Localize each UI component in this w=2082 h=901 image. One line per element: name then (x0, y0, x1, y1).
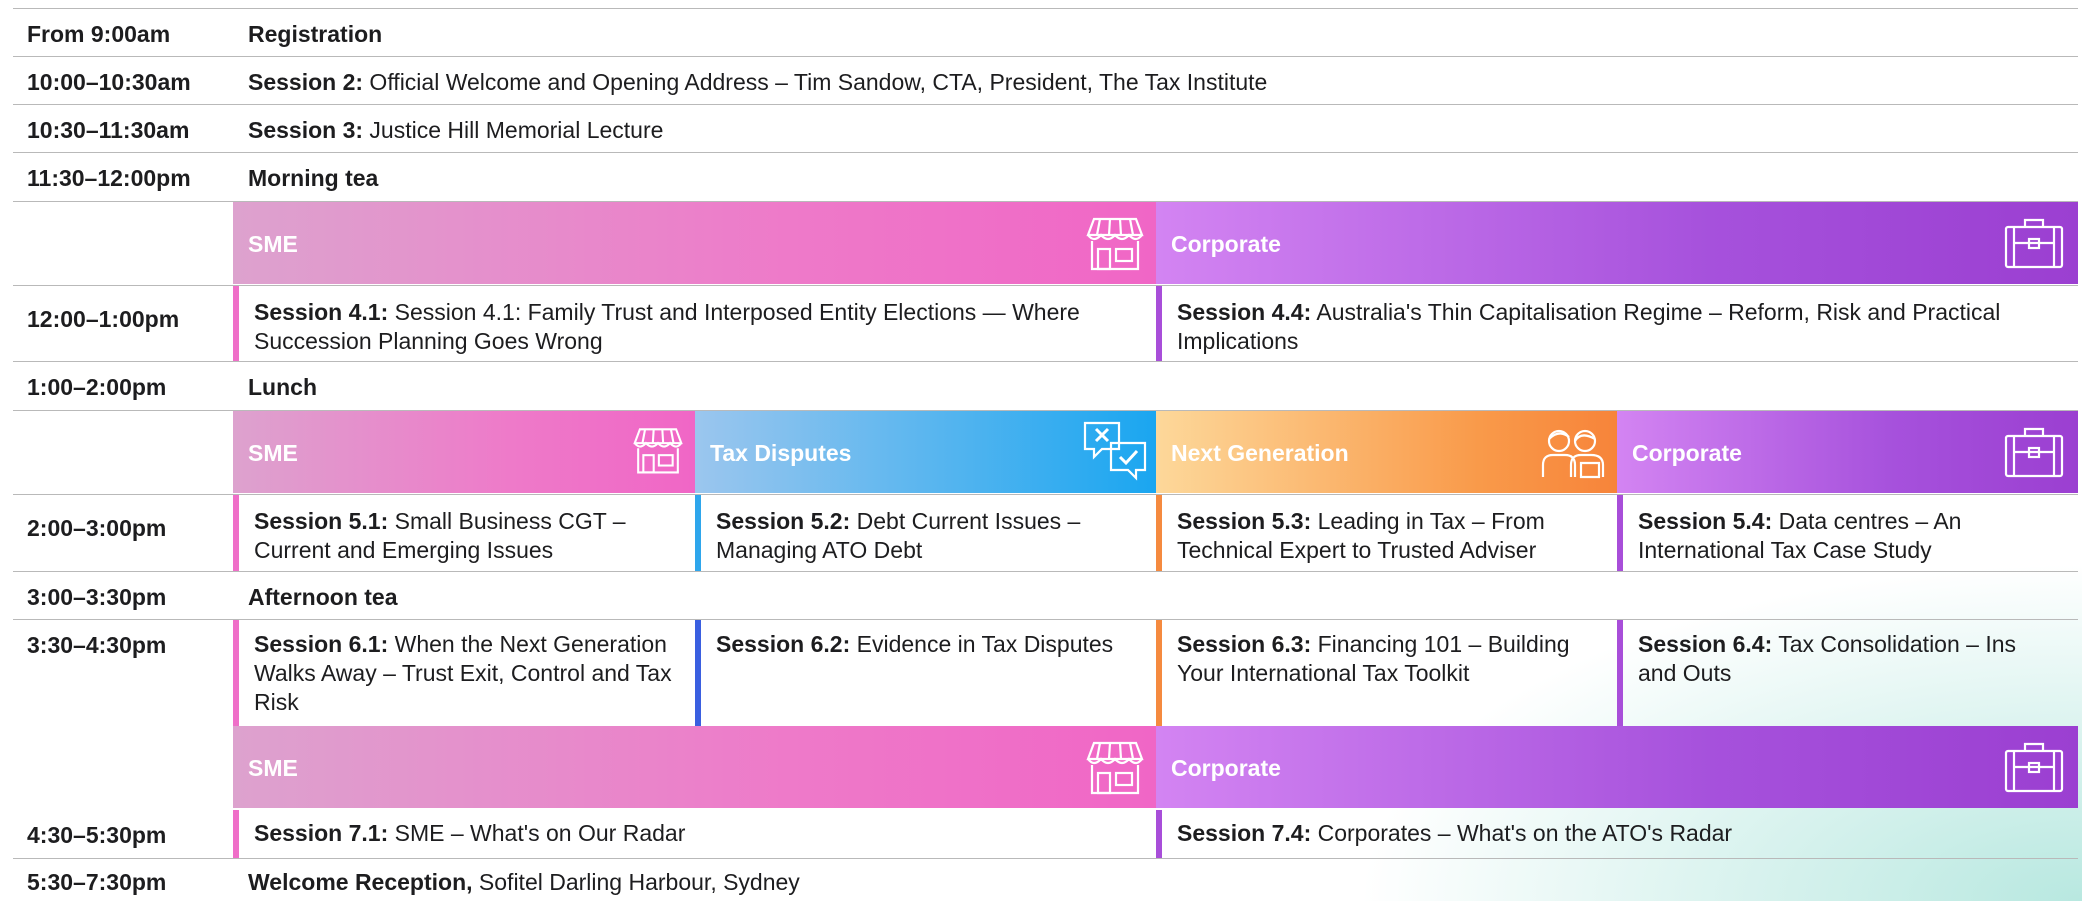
stream-label: SME (248, 440, 298, 466)
shop-icon (1086, 739, 1144, 800)
session-id: Session 6.2: (716, 631, 851, 657)
time-label: 10:30–11:30am (27, 117, 190, 143)
session-id: Session 6.1: (254, 631, 389, 657)
people-icon (1541, 425, 1605, 484)
stream-label: Corporate (1632, 440, 1742, 466)
agenda-row-session-4: 12:00–1:00pm Session 4.1: Session 4.1: F… (13, 285, 2078, 362)
briefcase-icon (2004, 424, 2064, 485)
time-label: From 9:00am (27, 21, 171, 47)
time-label: 2:00–3:00pm (27, 515, 167, 541)
session-id: Session 2: (248, 69, 364, 95)
time-label: 11:30–12:00pm (27, 165, 191, 191)
briefcase-icon (2004, 739, 2064, 800)
session-cell: Session 5.3: Leading in Tax – From Techn… (1156, 495, 1617, 572)
session-cell: Session 5.4: Data centres – An Internati… (1617, 495, 2078, 572)
stream-header-row-4: SME Corporate (13, 201, 2078, 286)
stream-label: Tax Disputes (710, 440, 852, 466)
agenda-row-afternoon-tea: 3:00–3:30pm Afternoon tea (13, 571, 2078, 620)
stream-band-corporate: Corporate (1617, 411, 2078, 493)
session-id: Session 7.1: (254, 820, 389, 846)
session-cell: Session 7.4: Corporates – What's on the … (1156, 810, 2078, 858)
session-cell: Session 6.3: Financing 101 – Building Yo… (1156, 620, 1617, 727)
speech-bubbles-icon (1082, 420, 1148, 489)
time-label: 10:00–10:30am (27, 69, 191, 95)
shop-icon (633, 424, 683, 481)
session-cell: Session 6.4: Tax Consolidation – Ins and… (1617, 620, 2078, 727)
session-cell: Session 5.2: Debt Current Issues – Manag… (695, 495, 1156, 572)
session-id: Session 5.1: (254, 508, 389, 534)
session-title: Justice Hill Memorial Lecture (363, 117, 664, 143)
stream-band-next-generation: Next Generation (1156, 411, 1617, 493)
time-label: 4:30–5:30pm (27, 822, 167, 848)
stream-band-sme: SME (233, 726, 1156, 808)
stream-band-corporate: Corporate (1156, 726, 2078, 808)
session-cell: Session 6.2: Evidence in Tax Disputes (695, 620, 1156, 727)
stream-label: Next Generation (1171, 440, 1349, 466)
time-label: 12:00–1:00pm (27, 306, 180, 332)
time-label: 3:30–4:30pm (27, 632, 167, 658)
session-id: Session 6.4: (1638, 631, 1773, 657)
briefcase-icon (2004, 215, 2064, 276)
stream-label: Corporate (1171, 231, 1281, 257)
event-location: Sofitel Darling Harbour, Sydney (472, 869, 800, 895)
row-label: Afternoon tea (248, 584, 398, 610)
session-title: Official Welcome and Opening Address – T… (363, 69, 1268, 95)
session-cell: Session 4.1: Session 4.1: Family Trust a… (233, 286, 1156, 362)
session-id: Session 5.3: (1177, 508, 1312, 534)
shop-icon (1086, 215, 1144, 276)
stream-band-sme: SME (233, 202, 1156, 284)
session-title: Corporates – What's on the ATO's Radar (1311, 820, 1733, 846)
event-name: Welcome Reception, (248, 869, 473, 895)
session-cell: Session 7.1: SME – What's on Our Radar (233, 810, 1156, 858)
session-title: Evidence in Tax Disputes (850, 631, 1114, 657)
row-label: Session 3: Justice Hill Memorial Lecture (248, 117, 663, 144)
agenda-row-lunch: 1:00–2:00pm Lunch (13, 361, 2078, 411)
agenda-row-session-6: 3:30–4:30pm Session 6.1: When the Next G… (13, 619, 2078, 727)
time-label: 5:30–7:30pm (27, 869, 167, 895)
time-label: 1:00–2:00pm (27, 374, 167, 400)
row-label: Registration (248, 21, 383, 47)
agenda-row-session-2: 10:00–10:30am Session 2: Official Welcom… (13, 56, 2078, 105)
row-label: Lunch (248, 374, 317, 400)
row-label: Welcome Reception, Sofitel Darling Harbo… (248, 869, 800, 896)
stream-band-corporate: Corporate (1156, 202, 2078, 284)
session-cell: Session 4.4: Australia's Thin Capitalisa… (1156, 286, 2078, 362)
stream-band-tax-disputes: Tax Disputes (695, 411, 1156, 493)
session-title: SME – What's on Our Radar (388, 820, 686, 846)
session-id: Session 4.4: (1177, 299, 1312, 325)
agenda-row-morning-tea: 11:30–12:00pm Morning tea (13, 152, 2078, 201)
stream-label: SME (248, 755, 298, 781)
row-label: Session 2: Official Welcome and Opening … (248, 69, 1267, 96)
stream-header-row-7: SME Corporate (13, 726, 2078, 810)
session-cell: Session 5.1: Small Business CGT – Curren… (233, 495, 695, 572)
session-id: Session 7.4: (1177, 820, 1312, 846)
session-id: Session 3: (248, 117, 364, 143)
session-id: Session 5.2: (716, 508, 851, 534)
stream-label: Corporate (1171, 755, 1281, 781)
time-label: 3:00–3:30pm (27, 584, 167, 610)
session-id: Session 4.1: (254, 299, 389, 325)
agenda-row-session-3: 10:30–11:30am Session 3: Justice Hill Me… (13, 104, 2078, 153)
agenda-row-session-7: 4:30–5:30pm Session 7.1: SME – What's on… (13, 810, 2078, 858)
agenda-row-session-5: 2:00–3:00pm Session 5.1: Small Business … (13, 494, 2078, 572)
agenda-row-welcome-reception: 5:30–7:30pm Welcome Reception, Sofitel D… (13, 858, 2078, 901)
session-id: Session 5.4: (1638, 508, 1773, 534)
session-id: Session 6.3: (1177, 631, 1312, 657)
stream-band-sme: SME (233, 411, 695, 493)
row-label: Morning tea (248, 165, 379, 191)
stream-header-row-5: SME Tax Disputes Next Generation Corpora… (13, 410, 2078, 495)
agenda-row-registration: From 9:00am Registration (13, 8, 2078, 57)
stream-label: SME (248, 231, 298, 257)
session-cell: Session 6.1: When the Next Generation Wa… (233, 620, 695, 727)
